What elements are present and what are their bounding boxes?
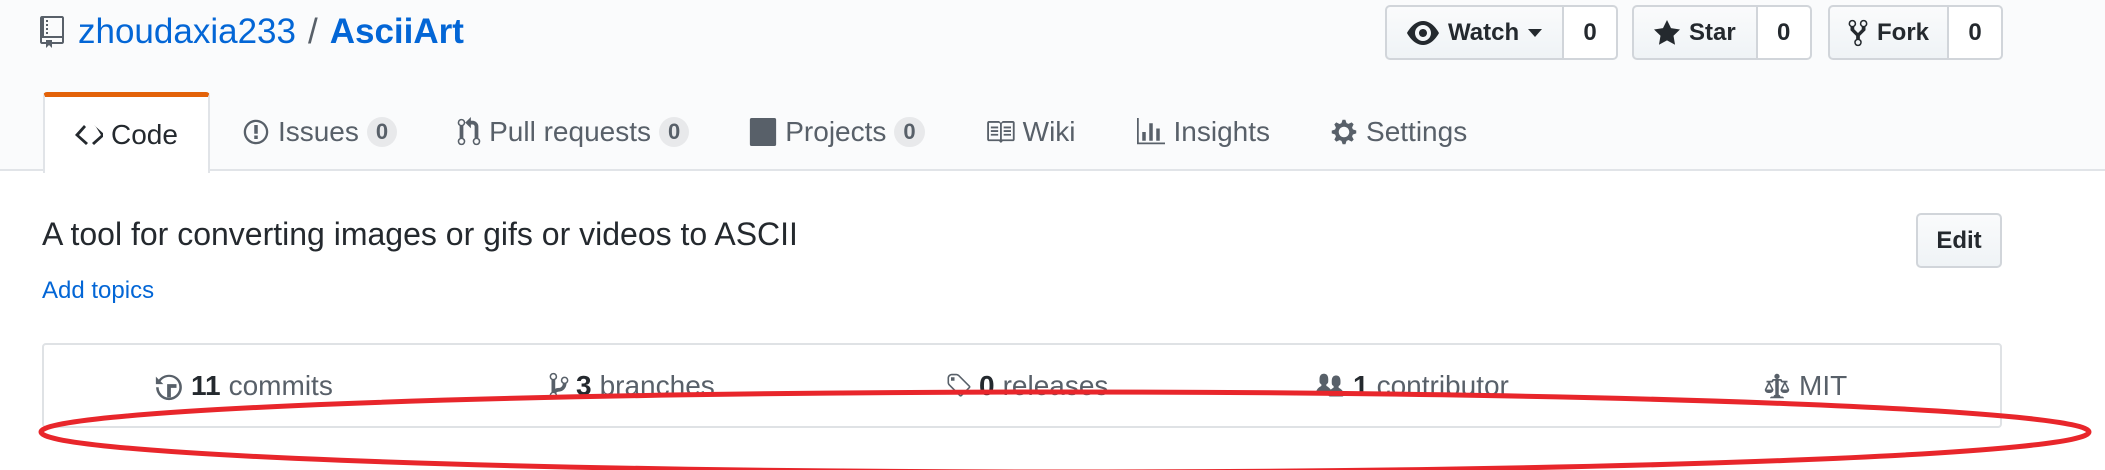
pull-request-icon <box>457 116 481 145</box>
fork-group: Fork 0 <box>1828 5 2004 60</box>
tab-insights-label: Insights <box>1173 115 1271 147</box>
repo-nav: Code Issues 0 Pull requests 0 Projects 0… <box>43 92 1497 173</box>
commits-link[interactable]: 11 commits <box>154 345 333 427</box>
projects-counter: 0 <box>894 116 925 147</box>
tab-insights[interactable]: Insights <box>1106 92 1301 171</box>
history-icon <box>155 374 182 401</box>
fork-label: Fork <box>1877 18 1930 46</box>
edit-button[interactable]: Edit <box>1916 213 2002 268</box>
star-icon <box>1654 19 1680 45</box>
repo-name-link[interactable]: AsciiArt <box>330 12 464 52</box>
watch-count[interactable]: 0 <box>1564 5 1619 60</box>
tab-projects[interactable]: Projects 0 <box>719 92 954 171</box>
branch-icon <box>549 372 569 400</box>
license-link[interactable]: MIT <box>1762 345 1847 427</box>
star-label: Star <box>1689 18 1736 46</box>
commits-count: 11 <box>191 370 221 401</box>
fork-count[interactable]: 0 <box>1949 5 2004 60</box>
releases-count: 0 <box>979 370 995 401</box>
tab-issues-label: Issues <box>277 115 359 147</box>
star-button[interactable]: Star <box>1632 5 1758 60</box>
tab-wiki[interactable]: Wiki <box>955 92 1106 171</box>
star-count[interactable]: 0 <box>1757 5 1812 60</box>
law-icon <box>1764 373 1790 399</box>
contributors-label: contributor <box>1376 370 1509 401</box>
chevron-down-icon <box>1528 28 1543 37</box>
fork-button[interactable]: Fork <box>1828 5 1950 60</box>
releases-link[interactable]: 0 releases <box>944 345 1108 427</box>
branches-link[interactable]: 3 branches <box>549 345 715 427</box>
license-label: MIT <box>1799 370 1848 401</box>
numbers-summary: 11 commits 3 branches 0 releases 1 contr… <box>42 343 2002 428</box>
tab-code-label: Code <box>111 119 178 150</box>
repo-description: A tool for converting images or gifs or … <box>42 216 798 252</box>
issues-counter: 0 <box>366 116 398 147</box>
gear-icon <box>1331 119 1357 144</box>
tag-icon <box>947 373 971 397</box>
people-icon <box>1316 373 1344 397</box>
releases-label: releases <box>1002 370 1109 401</box>
repo-owner-link[interactable]: zhoudaxia233 <box>78 12 296 52</box>
tab-wiki-label: Wiki <box>1022 115 1076 147</box>
commits-label: commits <box>228 370 333 401</box>
tab-pull-requests-label: Pull requests <box>489 115 651 147</box>
watch-group: Watch 0 <box>1385 5 1619 60</box>
code-icon <box>75 125 103 145</box>
pull-requests-counter: 0 <box>659 116 690 147</box>
repo-title: zhoudaxia233 / AsciiArt <box>40 10 464 54</box>
tab-issues[interactable]: Issues 0 <box>210 92 427 171</box>
project-icon <box>750 117 777 146</box>
star-group: Star 0 <box>1632 5 1812 60</box>
contributors-count: 1 <box>1353 370 1369 401</box>
branches-count: 3 <box>576 370 592 401</box>
tab-pull-requests[interactable]: Pull requests 0 <box>427 92 719 171</box>
branches-label: branches <box>599 370 715 401</box>
tab-projects-label: Projects <box>785 115 887 147</box>
graph-icon <box>1136 117 1165 144</box>
issue-icon <box>243 119 269 144</box>
watch-label: Watch <box>1448 18 1520 46</box>
book-icon <box>986 120 1015 143</box>
tab-code[interactable]: Code <box>43 92 210 173</box>
watch-button[interactable]: Watch <box>1385 5 1565 60</box>
fork-icon <box>1848 19 1868 46</box>
tab-settings[interactable]: Settings <box>1300 92 1497 171</box>
repo-icon <box>40 16 64 48</box>
eye-icon <box>1407 20 1439 45</box>
contributors-link[interactable]: 1 contributor <box>1314 345 1509 427</box>
tab-settings-label: Settings <box>1366 115 1468 147</box>
add-topics-link[interactable]: Add topics <box>42 277 154 305</box>
repo-separator: / <box>307 12 318 51</box>
